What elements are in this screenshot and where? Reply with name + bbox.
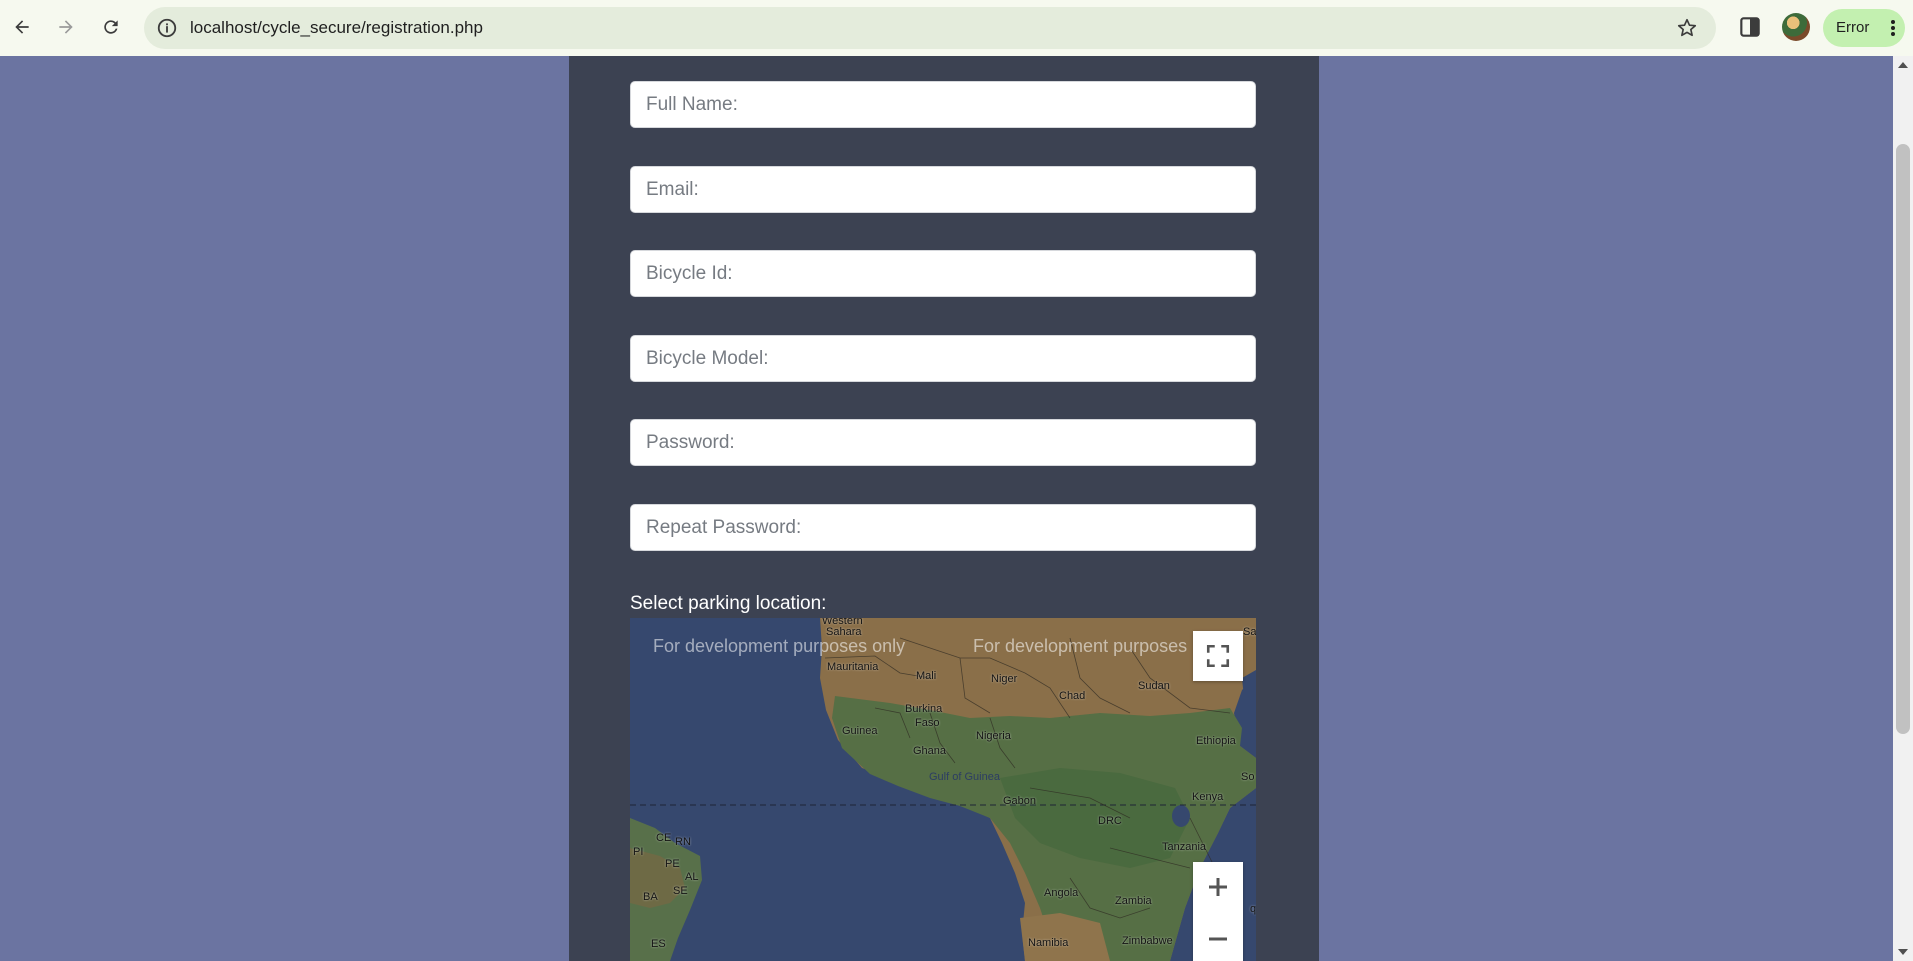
- map-label-sudan: Sudan: [1138, 680, 1170, 692]
- map-label-guinea: Guinea: [842, 725, 878, 737]
- map-label-gabon: Gabon: [1003, 795, 1037, 807]
- map-label-namibia: Namibia: [1028, 937, 1069, 949]
- page-scrollbar[interactable]: [1893, 56, 1913, 961]
- map-label-es: ES: [651, 938, 666, 950]
- map-label-niger: Niger: [991, 673, 1018, 685]
- scroll-up-arrow-icon[interactable]: [1898, 62, 1908, 68]
- map-label-ethiopia: Ethiopia: [1196, 735, 1236, 747]
- fullscreen-icon: [1206, 644, 1230, 668]
- zoom-out-button[interactable]: [1193, 914, 1243, 961]
- map-label-mozambique: q: [1250, 903, 1256, 915]
- map-label-mauritania: Mauritania: [827, 661, 879, 673]
- error-label: Error: [1836, 19, 1870, 36]
- map-label-ce: CE: [656, 832, 672, 844]
- map-label-al: AL: [685, 871, 699, 883]
- map-label-sahara: Sahara: [826, 626, 862, 638]
- forward-arrow-icon[interactable]: [51, 12, 81, 42]
- address-bar[interactable]: localhost/cycle_secure/registration.php: [144, 7, 1716, 49]
- map-label-chad: Chad: [1059, 690, 1086, 702]
- map-label-faso: Faso: [915, 717, 940, 729]
- map-label-ba: BA: [643, 891, 658, 903]
- map-label-kenya: Kenya: [1192, 791, 1224, 803]
- back-arrow-icon[interactable]: [7, 12, 37, 42]
- plus-icon: [1209, 878, 1227, 896]
- email-field[interactable]: [630, 166, 1256, 213]
- repeat-password-field[interactable]: [630, 504, 1256, 551]
- dev-watermark-2: For development purposes: [973, 636, 1188, 656]
- map-label-saudi: Saud: [1243, 626, 1256, 638]
- email-input[interactable]: [631, 167, 1255, 212]
- map-label-angola: Angola: [1044, 887, 1079, 899]
- repeat-password-input[interactable]: [631, 505, 1255, 550]
- browser-toolbar: localhost/cycle_secure/registration.php …: [0, 0, 1913, 56]
- full-name-field[interactable]: [630, 81, 1256, 128]
- map-label-ghana: Ghana: [913, 745, 947, 757]
- map-label-pi: PI: [633, 846, 644, 858]
- scroll-down-arrow-icon[interactable]: [1898, 949, 1908, 955]
- scrollbar-thumb[interactable]: [1896, 144, 1910, 734]
- map-label-se: SE: [673, 885, 688, 897]
- fullscreen-button[interactable]: [1193, 631, 1243, 681]
- site-info-icon[interactable]: [156, 17, 178, 39]
- reload-icon[interactable]: [96, 12, 126, 42]
- error-status-button[interactable]: Error: [1823, 9, 1905, 47]
- side-panel-icon[interactable]: [1737, 14, 1763, 40]
- minus-icon: [1209, 937, 1227, 941]
- bicycle-id-field[interactable]: [630, 250, 1256, 297]
- password-input[interactable]: [631, 420, 1255, 465]
- map-land: [630, 618, 1256, 961]
- parking-location-map[interactable]: For development purposes only For develo…: [630, 618, 1256, 961]
- dev-watermark-1: For development purposes only: [653, 636, 906, 656]
- bicycle-model-input[interactable]: [631, 336, 1255, 381]
- kebab-menu-icon: [1891, 20, 1895, 36]
- bicycle-id-input[interactable]: [631, 251, 1255, 296]
- map-label-drc: DRC: [1098, 815, 1122, 827]
- map-label: Select parking location:: [630, 593, 827, 614]
- map-label-pe: PE: [665, 858, 680, 870]
- map-label-zimbabwe: Zimbabwe: [1122, 935, 1173, 947]
- zoom-control: [1193, 862, 1243, 961]
- page-viewport: Select parking location:: [0, 56, 1893, 961]
- zoom-in-button[interactable]: [1193, 862, 1243, 912]
- bicycle-model-field[interactable]: [630, 335, 1256, 382]
- bookmark-star-icon[interactable]: [1676, 17, 1698, 39]
- full-name-input[interactable]: [631, 82, 1255, 127]
- registration-panel: Select parking location:: [569, 56, 1319, 961]
- map-label-gulf: Gulf of Guinea: [929, 771, 1000, 783]
- map-label-zambia: Zambia: [1115, 895, 1152, 907]
- map-label-burkina: Burkina: [905, 703, 943, 715]
- map-label-tanzania: Tanzania: [1162, 841, 1207, 853]
- map-label-rn: RN: [675, 836, 691, 848]
- map-label-mali: Mali: [916, 670, 937, 682]
- url-text[interactable]: localhost/cycle_secure/registration.php: [190, 7, 483, 49]
- profile-avatar[interactable]: [1782, 13, 1810, 41]
- map-label-nigeria: Nigeria: [976, 730, 1011, 742]
- password-field[interactable]: [630, 419, 1256, 466]
- map-label-somalia: So: [1241, 771, 1255, 783]
